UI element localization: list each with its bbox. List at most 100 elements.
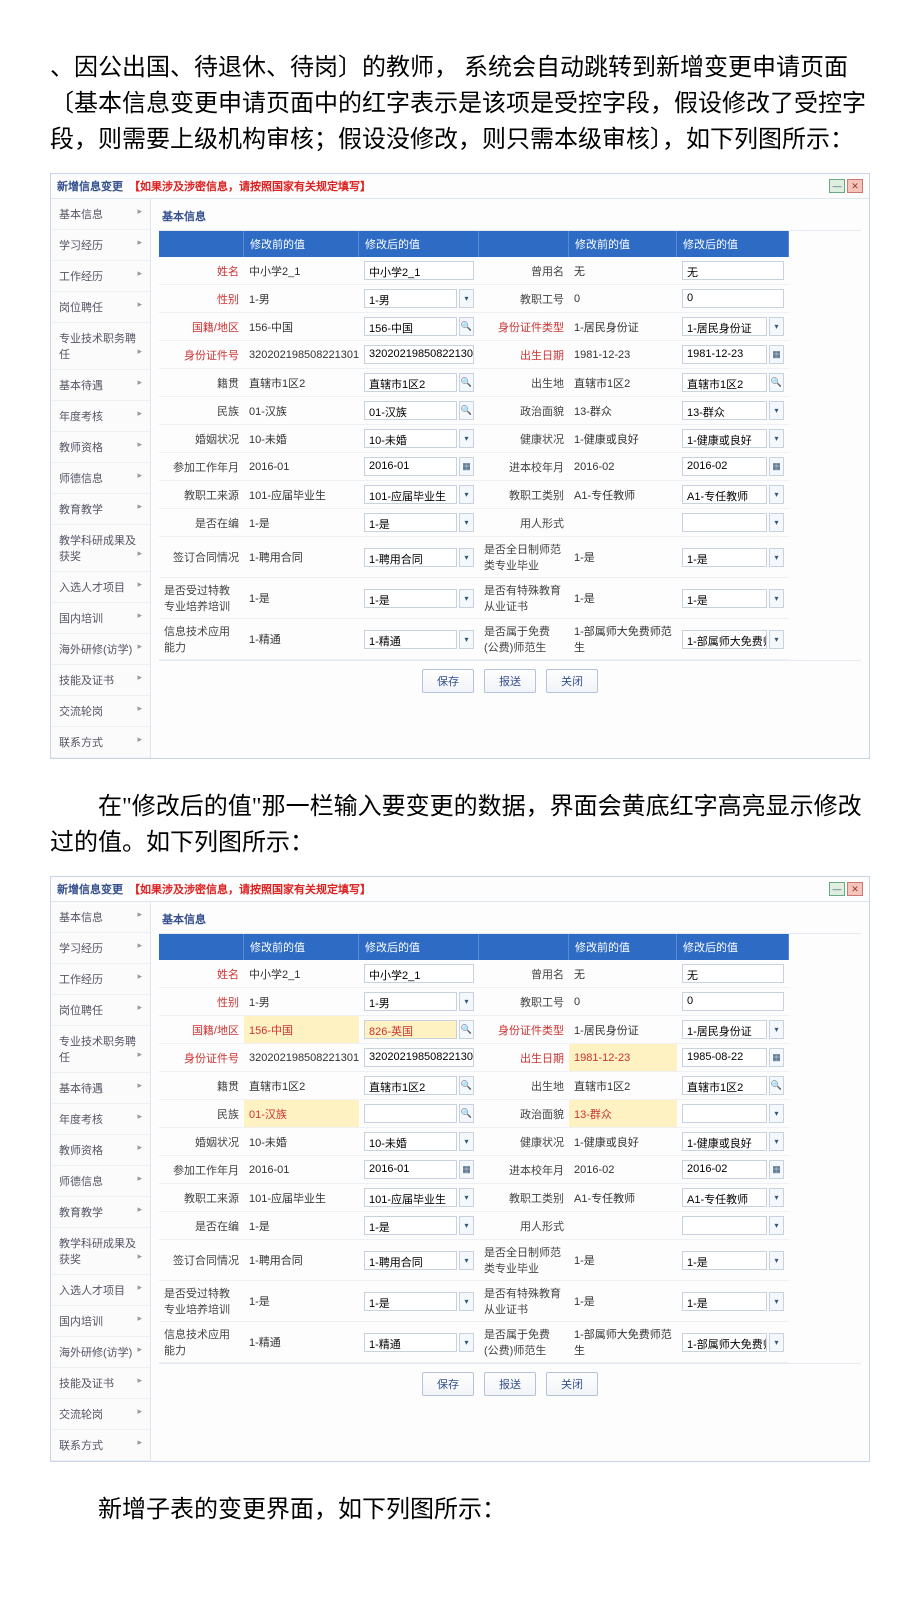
input-field[interactable]: 320202198508221301: [364, 1048, 474, 1067]
input-field[interactable]: 1-是: [682, 548, 767, 567]
input-field[interactable]: 1-是: [364, 1216, 457, 1235]
chevron-down-icon[interactable]: [769, 1104, 784, 1123]
input-field[interactable]: 中小学2_1: [364, 261, 474, 280]
sidebar-item[interactable]: 国内培训: [51, 603, 150, 634]
input-field[interactable]: 1-聘用合同: [364, 1251, 457, 1270]
chevron-down-icon[interactable]: [769, 317, 784, 336]
sidebar-item[interactable]: 学习经历: [51, 933, 150, 964]
input-field[interactable]: 156-中国: [364, 317, 457, 336]
input-field[interactable]: 0: [682, 992, 784, 1011]
input-field[interactable]: 1-精通: [364, 630, 457, 649]
chevron-down-icon[interactable]: [769, 485, 784, 504]
search-icon[interactable]: [459, 1104, 474, 1123]
sidebar-item[interactable]: 基本待遇: [51, 1073, 150, 1104]
submit-button[interactable]: 报送: [484, 1372, 536, 1396]
input-field[interactable]: 中小学2_1: [364, 964, 474, 983]
search-icon[interactable]: [459, 401, 474, 420]
minimize-icon[interactable]: —: [829, 179, 845, 193]
chevron-down-icon[interactable]: [459, 589, 474, 608]
chevron-down-icon[interactable]: [769, 1132, 784, 1151]
sidebar-item[interactable]: 基本信息: [51, 199, 150, 230]
input-field[interactable]: 01-汉族: [364, 401, 457, 420]
chevron-down-icon[interactable]: [459, 1251, 474, 1270]
close-icon[interactable]: ✕: [847, 179, 863, 193]
chevron-down-icon[interactable]: [459, 429, 474, 448]
sidebar-item[interactable]: 国内培训: [51, 1306, 150, 1337]
input-field[interactable]: 1-是: [682, 1292, 767, 1311]
sidebar-item[interactable]: 年度考核: [51, 401, 150, 432]
calendar-icon[interactable]: [459, 1160, 474, 1179]
submit-button[interactable]: 报送: [484, 669, 536, 693]
input-field[interactable]: A1-专任教师: [682, 485, 767, 504]
input-field[interactable]: 1-聘用合同: [364, 548, 457, 567]
sidebar-item[interactable]: 岗位聘任: [51, 292, 150, 323]
input-field[interactable]: 826-英国: [364, 1020, 457, 1039]
input-field[interactable]: [682, 1104, 767, 1123]
input-field[interactable]: 1-是: [364, 589, 457, 608]
sidebar-item[interactable]: 教学科研成果及获奖: [51, 1228, 150, 1275]
minimize-icon[interactable]: —: [829, 882, 845, 896]
chevron-down-icon[interactable]: [459, 1132, 474, 1151]
input-field[interactable]: 无: [682, 261, 784, 280]
chevron-down-icon[interactable]: [769, 1251, 784, 1270]
chevron-down-icon[interactable]: [459, 1188, 474, 1207]
chevron-down-icon[interactable]: [769, 589, 784, 608]
sidebar-item[interactable]: 联系方式: [51, 1430, 150, 1461]
search-icon[interactable]: [459, 373, 474, 392]
input-field[interactable]: 1-健康或良好: [682, 1132, 767, 1151]
chevron-down-icon[interactable]: [459, 548, 474, 567]
input-field[interactable]: 1-男: [364, 992, 457, 1011]
sidebar-item[interactable]: 交流轮岗: [51, 696, 150, 727]
input-field[interactable]: 直辖市1区2: [364, 373, 457, 392]
sidebar-item[interactable]: 教育教学: [51, 494, 150, 525]
input-field[interactable]: A1-专任教师: [682, 1188, 767, 1207]
close-button[interactable]: 关闭: [546, 1372, 598, 1396]
sidebar-item[interactable]: 入选人才项目: [51, 1275, 150, 1306]
input-field[interactable]: 1-部属师大免费师范生: [682, 630, 767, 649]
input-field[interactable]: 13-群众: [682, 401, 767, 420]
sidebar-item[interactable]: 专业技术职务聘任: [51, 323, 150, 370]
sidebar-item[interactable]: 海外研修(访学): [51, 634, 150, 665]
chevron-down-icon[interactable]: [459, 485, 474, 504]
close-button[interactable]: 关闭: [546, 669, 598, 693]
input-field[interactable]: 10-未婚: [364, 429, 457, 448]
input-field[interactable]: 2016-02: [682, 457, 767, 476]
input-field[interactable]: 2016-02: [682, 1160, 767, 1179]
sidebar-item[interactable]: 工作经历: [51, 964, 150, 995]
input-field[interactable]: 101-应届毕业生: [364, 1188, 457, 1207]
input-field[interactable]: 320202198508221301: [364, 345, 474, 364]
chevron-down-icon[interactable]: [459, 1216, 474, 1235]
chevron-down-icon[interactable]: [769, 513, 784, 532]
chevron-down-icon[interactable]: [769, 1333, 784, 1352]
input-field[interactable]: 1-是: [364, 1292, 457, 1311]
search-icon[interactable]: [459, 1020, 474, 1039]
sidebar-item[interactable]: 教学科研成果及获奖: [51, 525, 150, 572]
sidebar-item[interactable]: 教师资格: [51, 1135, 150, 1166]
input-field[interactable]: 直辖市1区2: [364, 1076, 457, 1095]
input-field[interactable]: 0: [682, 289, 784, 308]
sidebar-item[interactable]: 师德信息: [51, 1166, 150, 1197]
save-button[interactable]: 保存: [422, 1372, 474, 1396]
sidebar-item[interactable]: 基本信息: [51, 902, 150, 933]
sidebar-item[interactable]: 基本待遇: [51, 370, 150, 401]
search-icon[interactable]: [459, 317, 474, 336]
chevron-down-icon[interactable]: [769, 1216, 784, 1235]
search-icon[interactable]: [459, 1076, 474, 1095]
input-field[interactable]: 1-是: [682, 1251, 767, 1270]
sidebar-item[interactable]: 海外研修(访学): [51, 1337, 150, 1368]
sidebar-item[interactable]: 教师资格: [51, 432, 150, 463]
chevron-down-icon[interactable]: [769, 630, 784, 649]
input-field[interactable]: [364, 1104, 457, 1123]
sidebar-item[interactable]: 教育教学: [51, 1197, 150, 1228]
sidebar-item[interactable]: 技能及证书: [51, 665, 150, 696]
calendar-icon[interactable]: [769, 1160, 784, 1179]
chevron-down-icon[interactable]: [769, 1188, 784, 1207]
save-button[interactable]: 保存: [422, 669, 474, 693]
input-field[interactable]: 1-健康或良好: [682, 429, 767, 448]
sidebar-item[interactable]: 入选人才项目: [51, 572, 150, 603]
sidebar-item[interactable]: 岗位聘任: [51, 995, 150, 1026]
input-field[interactable]: 1-男: [364, 289, 457, 308]
calendar-icon[interactable]: [769, 345, 784, 364]
search-icon[interactable]: [769, 373, 784, 392]
input-field[interactable]: 101-应届毕业生: [364, 485, 457, 504]
